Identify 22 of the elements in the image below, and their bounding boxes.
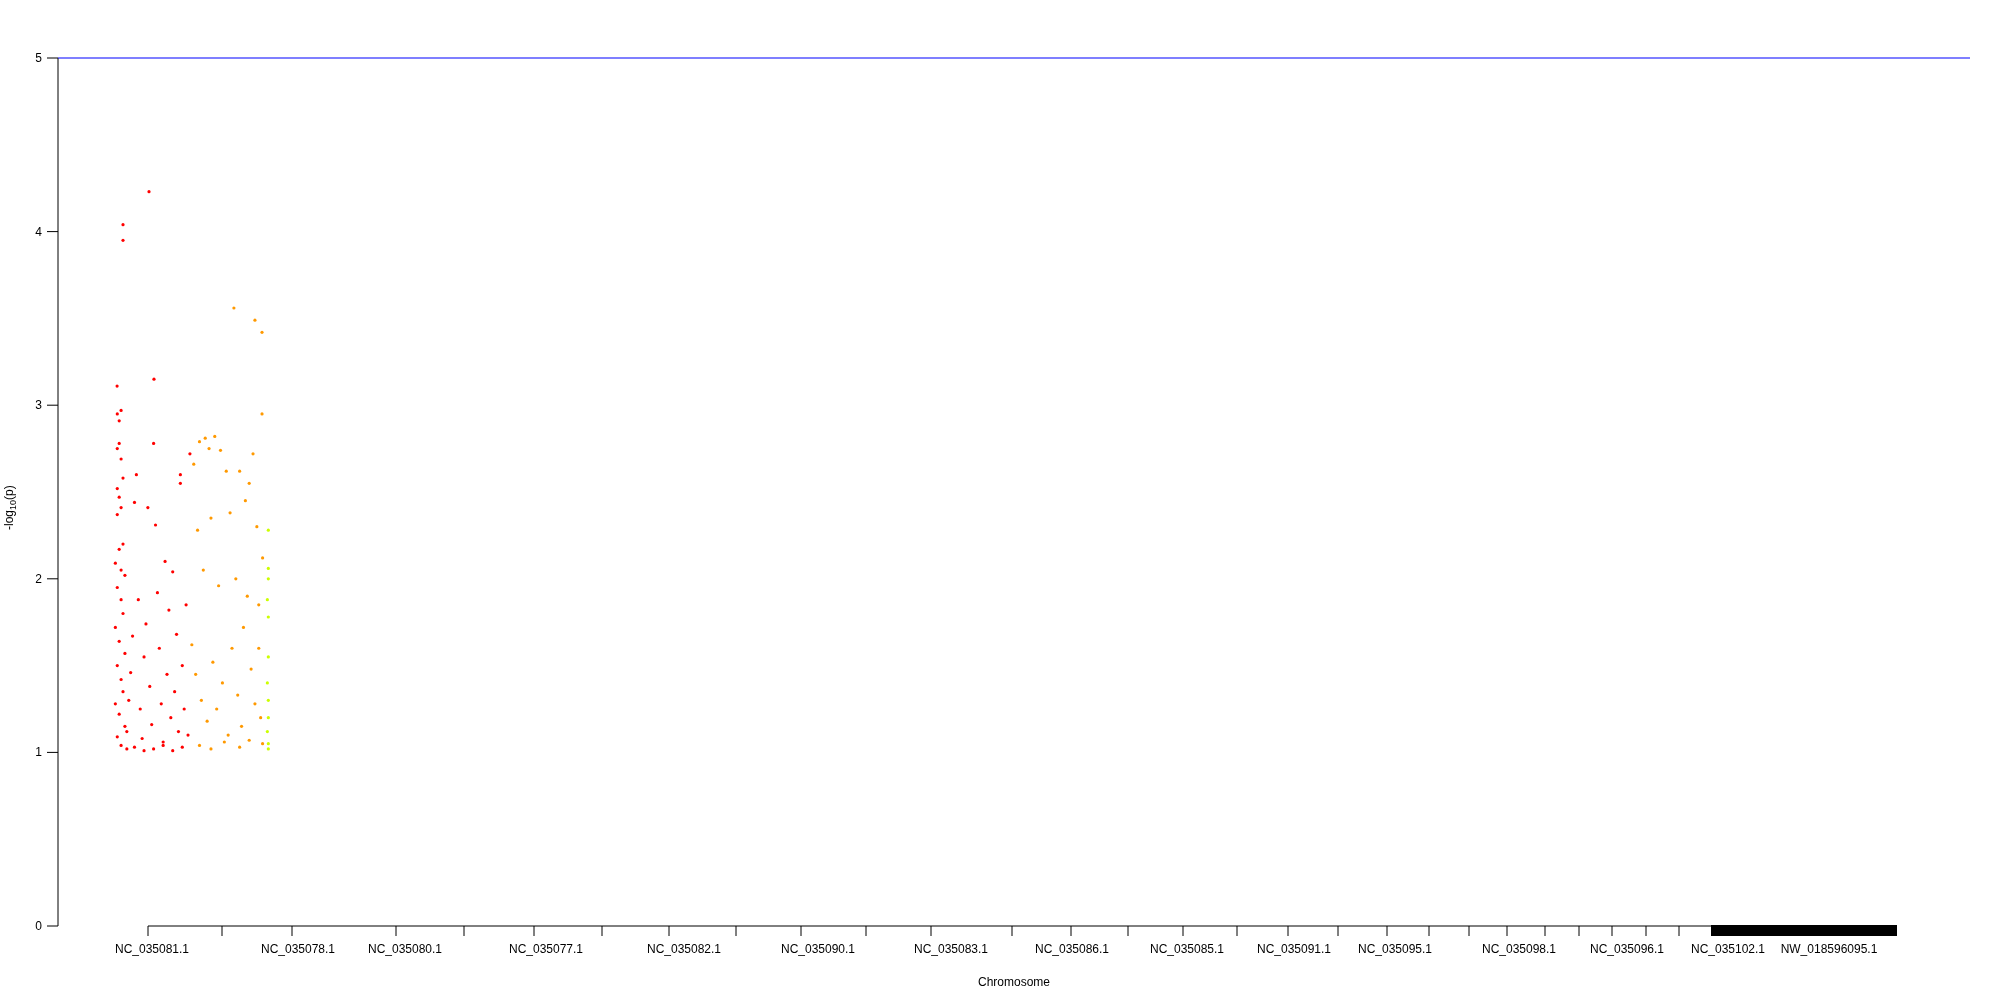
- axis-tick-label: NW_018596095.1: [1780, 942, 1878, 956]
- axis-tick-label: NC_035096.1: [1589, 942, 1665, 956]
- axis-tick-label: NC_035095.1: [1357, 942, 1433, 956]
- axis-tick-label: NC_035078.1: [260, 942, 336, 956]
- x-axis-title: Chromosome: [978, 975, 1050, 989]
- axis-tick-label: NC_035080.1: [367, 942, 443, 956]
- axis-tick-label: 5: [35, 51, 42, 65]
- axis-tick-label: NC_035090.1: [780, 942, 856, 956]
- axis-tick-label: 4: [35, 224, 42, 239]
- axis-tick-label: 0: [35, 919, 42, 933]
- axis-tick-label: NC_035081.1: [114, 942, 190, 956]
- axis-tick-label: NC_035085.1: [1149, 942, 1225, 956]
- axis-tick-label: NC_035077.1: [508, 942, 584, 956]
- axis-tick-label: NC_035083.1: [913, 942, 989, 956]
- axis-tick-label: NC_035086.1: [1034, 942, 1110, 956]
- axis-tick-label: NC_035091.1: [1256, 942, 1332, 956]
- axis-tick-label: NC_035098.1: [1481, 942, 1557, 956]
- axis-tick-label: 3: [35, 398, 42, 413]
- axis-tick-label: 2: [35, 571, 42, 586]
- axis-tick-label: 1: [35, 745, 42, 760]
- axis-tick-label: NC_035082.1: [646, 942, 722, 956]
- axis-tick-label: NC_035102.1: [1690, 942, 1766, 956]
